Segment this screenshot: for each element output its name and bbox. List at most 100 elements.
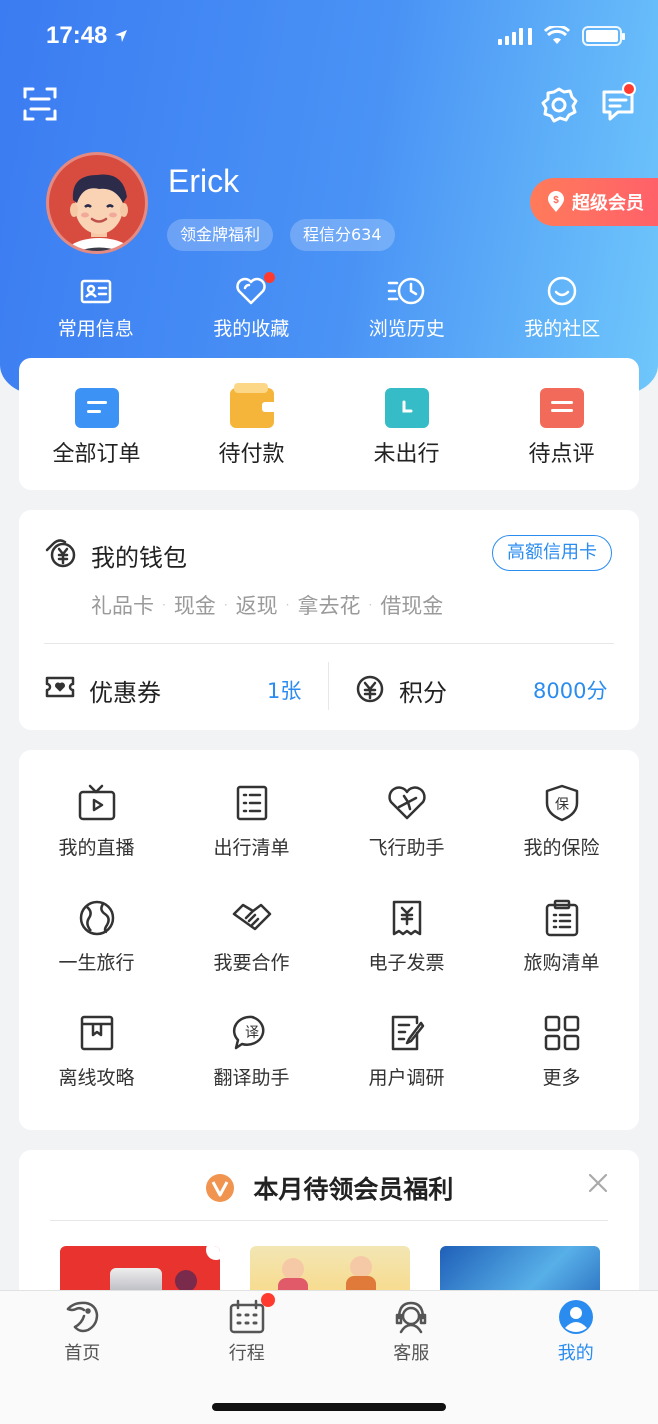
handshake-icon bbox=[232, 903, 271, 931]
svg-text:译: 译 bbox=[245, 1025, 259, 1041]
super-vip-badge[interactable]: $ 超级会员 bbox=[530, 178, 658, 226]
service-cooperation[interactable]: 我要合作 bbox=[174, 898, 329, 1013]
wallet-link-cashback[interactable]: 返现 bbox=[236, 590, 278, 620]
headset-icon bbox=[396, 1301, 427, 1334]
orders-card: 全部订单 待付款 未出行 待点评 bbox=[19, 358, 639, 490]
service-label: 飞行助手 bbox=[368, 837, 445, 859]
credit-score-tag[interactable]: 程信分634 bbox=[290, 219, 395, 251]
coupon-icon bbox=[45, 676, 75, 698]
tab-home[interactable]: 首页 bbox=[0, 1291, 165, 1381]
quick-link-label: 常用信息 bbox=[57, 318, 134, 340]
service-shopping-list[interactable]: 旅购清单 bbox=[484, 898, 639, 1013]
quick-link-label: 我的社区 bbox=[524, 318, 601, 340]
service-label: 翻译助手 bbox=[213, 1067, 290, 1089]
quick-link-info[interactable]: 常用信息 bbox=[18, 274, 174, 341]
services-card: 我的直播 出行清单 飞行助手 保 我的保险 一生旅行 我要合作 电子发票 旅购清 bbox=[19, 750, 639, 1130]
quick-link-favorites[interactable]: 我的收藏 bbox=[174, 272, 330, 341]
scan-icon[interactable] bbox=[22, 86, 62, 126]
wifi-icon bbox=[544, 26, 570, 44]
plane-heart-icon bbox=[387, 786, 426, 820]
dolphin-home-icon bbox=[67, 1301, 99, 1333]
service-more[interactable]: 更多 bbox=[484, 1013, 639, 1128]
tab-label: 客服 bbox=[393, 1343, 430, 1364]
home-indicator bbox=[212, 1403, 446, 1411]
tab-label: 首页 bbox=[64, 1343, 101, 1364]
itinerary-badge-dot bbox=[260, 1293, 275, 1307]
messages-badge-dot bbox=[622, 82, 636, 96]
service-user-survey[interactable]: 用户调研 bbox=[329, 1013, 484, 1128]
wallet-links: 礼品卡 · 现金 · 返现 · 拿去花 · 借现金 bbox=[91, 590, 443, 620]
username[interactable]: Erick bbox=[168, 163, 239, 200]
all-orders-icon bbox=[68, 388, 119, 428]
service-offline-guide[interactable]: 离线攻略 bbox=[19, 1013, 174, 1128]
service-label: 我要合作 bbox=[213, 952, 290, 974]
coupon-value[interactable]: 1张 bbox=[267, 675, 301, 705]
wallet-link-gift-card[interactable]: 礼品卡 bbox=[91, 590, 154, 620]
coupon-label[interactable]: 优惠券 bbox=[89, 673, 161, 708]
order-label: 全部订单 bbox=[52, 442, 141, 467]
order-pending-payment[interactable]: 待付款 bbox=[174, 358, 329, 490]
tab-customer-service[interactable]: 客服 bbox=[329, 1291, 494, 1381]
calendar-icon bbox=[229, 1299, 264, 1334]
service-checklist[interactable]: 出行清单 bbox=[174, 783, 329, 898]
gold-benefit-tag[interactable]: 领金牌福利 bbox=[167, 219, 274, 251]
service-label: 我的保险 bbox=[523, 837, 600, 859]
vip-label: 超级会员 bbox=[572, 193, 644, 214]
points-yuan-icon bbox=[356, 675, 384, 703]
points-label[interactable]: 积分 bbox=[399, 673, 447, 708]
cellular-signal-icon bbox=[498, 27, 532, 45]
quick-link-label: 浏览历史 bbox=[368, 318, 445, 340]
grid-more-icon bbox=[544, 1015, 579, 1051]
service-label: 旅购清单 bbox=[523, 952, 600, 974]
service-lifetime-travel[interactable]: 一生旅行 bbox=[19, 898, 174, 1013]
quick-links-row: 常用信息 我的收藏 浏览历史 我的社区 bbox=[18, 272, 641, 341]
service-label: 离线攻略 bbox=[58, 1067, 135, 1089]
benefits-header: 本月待领会员福利 bbox=[19, 1170, 639, 1206]
quick-link-community[interactable]: 我的社区 bbox=[485, 274, 641, 341]
points-value[interactable]: 8000分 bbox=[533, 675, 607, 705]
location-arrow-icon bbox=[115, 30, 128, 42]
service-label: 用户调研 bbox=[368, 1067, 445, 1089]
globe-icon bbox=[79, 900, 114, 936]
settings-gear-icon[interactable] bbox=[540, 86, 580, 126]
offline-guide-icon bbox=[80, 1015, 113, 1051]
smile-chat-icon bbox=[548, 276, 577, 306]
checklist-icon bbox=[236, 785, 267, 821]
service-live[interactable]: 我的直播 bbox=[19, 783, 174, 898]
status-time: 17:48 bbox=[46, 22, 108, 49]
wallet-link-naquhua[interactable]: 拿去花 bbox=[297, 590, 360, 620]
avatar[interactable] bbox=[46, 152, 148, 254]
order-label: 待付款 bbox=[218, 442, 285, 467]
tab-itinerary[interactable]: 行程 bbox=[165, 1291, 330, 1381]
divider bbox=[44, 643, 614, 644]
tab-mine[interactable]: 我的 bbox=[494, 1291, 658, 1381]
svg-text:保: 保 bbox=[555, 797, 569, 813]
vip-v-icon bbox=[205, 1174, 234, 1202]
credit-card-button[interactable]: 高额信用卡 bbox=[492, 535, 612, 571]
service-label: 电子发票 bbox=[368, 952, 445, 974]
order-label: 待点评 bbox=[528, 442, 595, 467]
invoice-icon bbox=[392, 900, 421, 936]
quick-link-history[interactable]: 浏览历史 bbox=[329, 274, 485, 341]
messages-icon[interactable] bbox=[600, 82, 640, 128]
order-label: 未出行 bbox=[373, 442, 440, 467]
wallet-link-borrow-cash[interactable]: 借现金 bbox=[380, 590, 443, 620]
benefits-title: 本月待领会员福利 bbox=[253, 1175, 454, 1204]
wallet-pay-icon bbox=[229, 383, 274, 428]
divider bbox=[328, 662, 329, 710]
favorites-badge-dot bbox=[263, 272, 275, 283]
status-bar: 17:48 bbox=[46, 20, 625, 52]
shield-insurance-icon: 保 bbox=[545, 784, 578, 822]
wallet-link-cash[interactable]: 现金 bbox=[174, 590, 216, 620]
service-flight-assistant[interactable]: 飞行助手 bbox=[329, 783, 484, 898]
service-label: 出行清单 bbox=[213, 837, 290, 859]
service-e-invoice[interactable]: 电子发票 bbox=[329, 898, 484, 1013]
close-icon[interactable] bbox=[587, 1172, 609, 1194]
order-upcoming-trip[interactable]: 未出行 bbox=[329, 358, 484, 490]
order-all[interactable]: 全部订单 bbox=[19, 358, 174, 490]
review-icon bbox=[539, 388, 584, 430]
clipboard-list-icon bbox=[545, 899, 578, 937]
order-to-review[interactable]: 待点评 bbox=[484, 358, 639, 490]
service-translator[interactable]: 译 翻译助手 bbox=[174, 1013, 329, 1128]
service-insurance[interactable]: 保 我的保险 bbox=[484, 783, 639, 898]
